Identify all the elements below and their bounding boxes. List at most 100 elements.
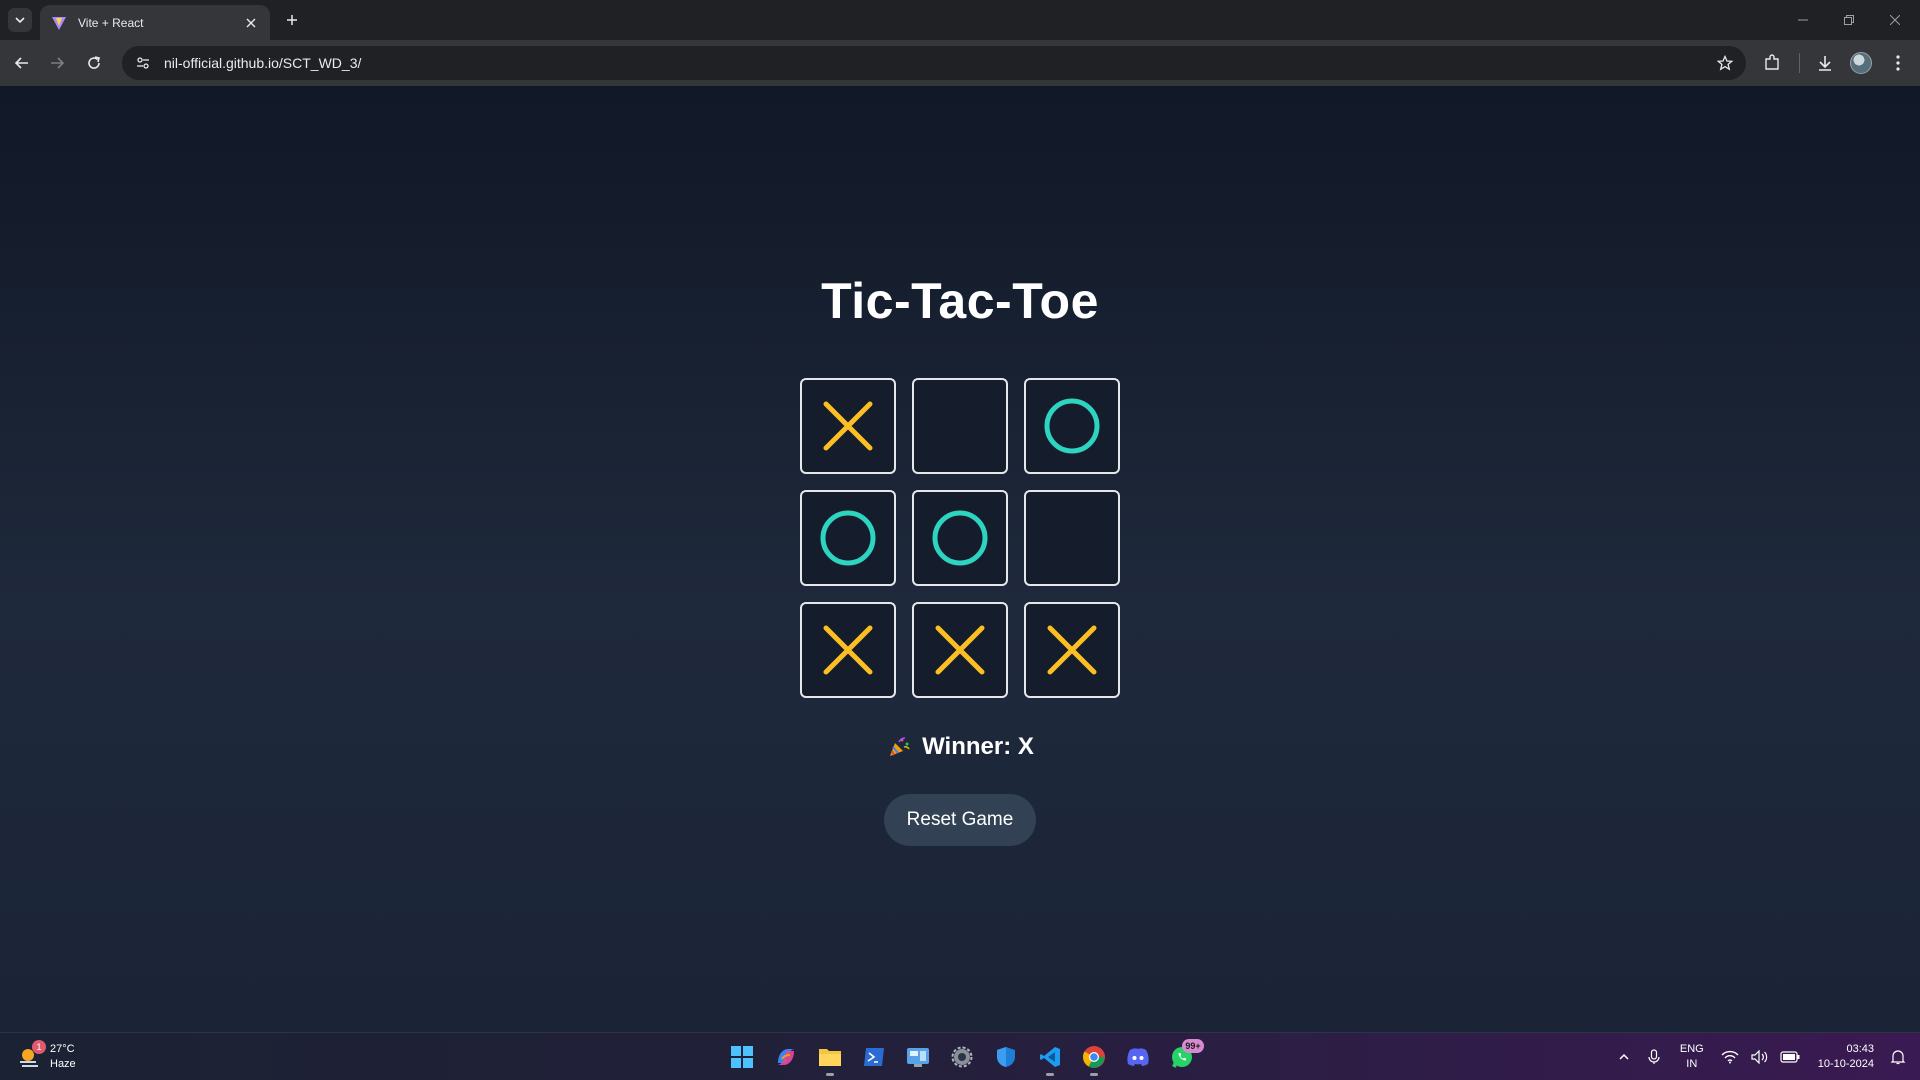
language-indicator[interactable]: ENG IN (1680, 1042, 1704, 1072)
weather-badge: 1 (32, 1040, 46, 1054)
game-status: Winner: X (0, 733, 1920, 761)
reset-game-button[interactable]: Reset Game (884, 794, 1036, 846)
windows-logo-icon (731, 1046, 753, 1068)
avatar (1850, 52, 1872, 74)
vite-logo-icon (50, 14, 68, 32)
close-icon (1890, 15, 1900, 25)
weather-temp: 27°C (50, 1043, 75, 1055)
board-cell[interactable] (800, 378, 896, 474)
back-button[interactable] (8, 49, 36, 77)
vscode-app[interactable] (1030, 1037, 1070, 1077)
arrow-right-icon (51, 57, 65, 69)
start-button[interactable] (722, 1037, 762, 1077)
copilot-app[interactable] (766, 1037, 806, 1077)
x-mark-icon (1047, 625, 1097, 675)
weather-desc: Haze (50, 1058, 76, 1070)
discord-app[interactable] (1118, 1037, 1158, 1077)
clock-date: 10-10-2024 (1817, 1058, 1874, 1070)
notifications-icon[interactable] (1886, 1045, 1910, 1069)
winner-text: Winner: X (922, 733, 1034, 760)
folder-icon (819, 1049, 841, 1066)
page-viewport: Tic-Tac-Toe Winner: X Reset Game (0, 86, 1920, 1032)
extensions-icon[interactable] (1758, 49, 1786, 77)
wifi-icon[interactable] (1718, 1045, 1742, 1069)
new-tab-button[interactable] (280, 8, 304, 32)
minimize-button[interactable] (1780, 5, 1826, 35)
x-mark-icon (935, 625, 985, 675)
o-mark-icon (820, 510, 876, 566)
arrow-left-icon (14, 57, 28, 69)
board-cell[interactable] (1024, 490, 1120, 586)
forward-button[interactable] (43, 49, 71, 77)
lang-code: ENG (1679, 1043, 1704, 1055)
control-panel-icon (907, 1048, 929, 1067)
board-cell[interactable] (1024, 602, 1120, 698)
windows-taskbar: 1 27°C Haze 99+ ENG IN 03:43 10-10-2024 (0, 1032, 1920, 1080)
clock-time: 03:43 (1846, 1043, 1874, 1055)
bookmark-star-icon[interactable] (1710, 48, 1740, 78)
tab-title: Vite + React (78, 15, 144, 30)
settings-app[interactable] (942, 1037, 982, 1077)
o-mark-icon (932, 510, 988, 566)
control-panel-app[interactable] (898, 1037, 938, 1077)
x-mark-icon (823, 625, 873, 675)
system-clock[interactable]: 03:43 10-10-2024 (1818, 1042, 1874, 1072)
close-tab-icon[interactable] (242, 14, 260, 32)
volume-icon[interactable] (1748, 1045, 1772, 1069)
weather-widget[interactable]: 1 27°C Haze (16, 1039, 76, 1075)
running-indicator (1090, 1073, 1098, 1076)
powershell-icon (864, 1048, 884, 1066)
restore-button[interactable] (1826, 5, 1872, 35)
restore-icon (1844, 15, 1854, 25)
o-mark-icon (1044, 398, 1100, 454)
chevron-up-icon[interactable] (1612, 1045, 1636, 1069)
board-cell[interactable] (800, 602, 896, 698)
profile-avatar[interactable] (1847, 49, 1875, 77)
reload-button[interactable] (80, 49, 108, 77)
close-window-button[interactable] (1872, 5, 1918, 35)
discord-icon (1127, 1048, 1149, 1066)
microphone-icon[interactable] (1642, 1045, 1666, 1069)
address-bar[interactable]: nil-official.github.io/SCT_WD_3/ (122, 46, 1746, 80)
browser-toolbar: nil-official.github.io/SCT_WD_3/ (0, 40, 1920, 86)
board-cell[interactable] (1024, 378, 1120, 474)
security-app[interactable] (986, 1037, 1026, 1077)
download-icon[interactable] (1811, 49, 1839, 77)
toolbar-divider (1799, 53, 1800, 73)
file-explorer-app[interactable] (810, 1037, 850, 1077)
chrome-icon (1083, 1046, 1105, 1068)
board-cell[interactable] (912, 378, 1008, 474)
vscode-icon (1040, 1047, 1060, 1067)
plus-icon (287, 15, 297, 25)
chevron-down-icon (15, 17, 25, 24)
taskbar-apps: 99+ (722, 1037, 1204, 1077)
running-indicator (826, 1073, 834, 1076)
browser-titlebar: Vite + React (0, 0, 1920, 40)
tab-search-button[interactable] (8, 8, 32, 32)
game-board (800, 378, 1120, 698)
shield-icon (997, 1047, 1015, 1067)
system-tray: ENG IN 03:43 10-10-2024 (1612, 1033, 1910, 1080)
party-popper-icon (886, 734, 912, 760)
minimize-icon (1798, 19, 1808, 21)
terminal-app[interactable] (854, 1037, 894, 1077)
url-text[interactable]: nil-official.github.io/SCT_WD_3/ (164, 55, 1710, 71)
page-title: Tic-Tac-Toe (821, 273, 1099, 329)
battery-icon[interactable] (1778, 1045, 1802, 1069)
board-cell[interactable] (912, 602, 1008, 698)
x-mark-icon (823, 401, 873, 451)
board-cell[interactable] (800, 490, 896, 586)
site-info-icon[interactable] (130, 50, 156, 76)
chrome-app[interactable] (1074, 1037, 1114, 1077)
weather-haze-icon: 1 (16, 1040, 46, 1070)
board-cell[interactable] (912, 490, 1008, 586)
whatsapp-app[interactable]: 99+ (1162, 1037, 1204, 1077)
browser-tab-active[interactable]: Vite + React (40, 5, 270, 40)
running-indicator (1046, 1073, 1054, 1076)
notification-badge: 99+ (1182, 1039, 1204, 1053)
reload-icon (88, 56, 100, 69)
gear-icon (951, 1046, 973, 1068)
lang-region: IN (1686, 1058, 1698, 1070)
browser-menu-icon[interactable] (1884, 49, 1912, 77)
copilot-icon (778, 1049, 794, 1065)
